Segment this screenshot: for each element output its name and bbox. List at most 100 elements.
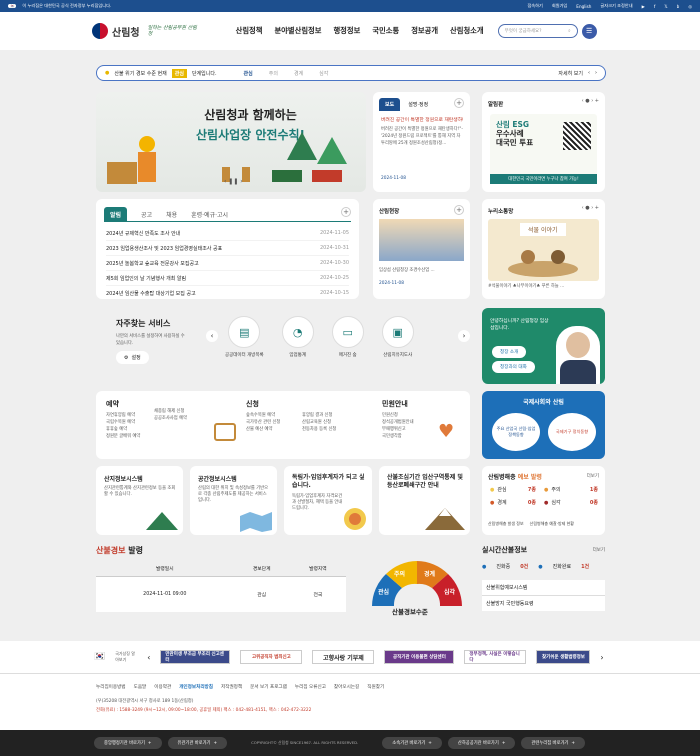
- nav-comm[interactable]: 국민소통: [372, 26, 399, 36]
- civil-item[interactable]: 부패행위신고: [382, 426, 414, 433]
- field-caption[interactable]: 임상섭 산림청장 조경수산업 ...: [379, 267, 464, 274]
- system-card-2[interactable]: 공간정보시스템 산림의 대한 위치 및 속성정보를 기반으로 각종 산림주제도를…: [190, 466, 277, 535]
- link-fontsize[interactable]: 글자크기 조정안내: [600, 3, 632, 9]
- pest-link-1[interactable]: 산림병해충 발생 정보: [488, 521, 524, 527]
- chief-talk-button[interactable]: 청장과의 대화: [492, 361, 535, 373]
- footer-btn-public[interactable]: 산하공공기관 바로가기 +: [447, 737, 516, 749]
- list-item[interactable]: 제5회 임업인의 날 기념행사 개최 알림 2024-10-25: [106, 271, 349, 286]
- nav-admin[interactable]: 행정정보: [333, 26, 360, 36]
- hero-pager[interactable]: ‹ ❚❚ ›: [224, 178, 243, 185]
- intl-policy-button[interactable]: 주요 산업국 산림·임업 정책동향: [492, 413, 540, 451]
- civil-item[interactable]: 국민생각함: [382, 433, 414, 440]
- footer-link[interactable]: 직원찾기: [367, 684, 384, 690]
- system-card-1[interactable]: 산지정보시스템 산지관련통계와 산지관련정보 등을 조회 할 수 있습니다.: [96, 466, 183, 535]
- civil-item[interactable]: 민원신청: [382, 412, 414, 419]
- tab-recruit[interactable]: 채용: [166, 210, 177, 219]
- tab-announce[interactable]: 공고: [141, 210, 152, 219]
- search-icon[interactable]: ⌕: [568, 28, 571, 34]
- reserve-item[interactable]: 국립수목원 예약: [106, 419, 140, 426]
- all-menu-icon[interactable]: ☰: [581, 23, 597, 39]
- footer-btn-affiliate[interactable]: 소속기관 바로가기 +: [382, 737, 442, 749]
- banner-symbol-title[interactable]: 국가상징 알아보기: [115, 651, 137, 663]
- apply-item[interactable]: 산림교육원 신청: [302, 419, 352, 426]
- facebook-icon[interactable]: f: [654, 4, 655, 9]
- logo[interactable]: 산림청: [92, 23, 140, 39]
- twitter-icon[interactable]: 𝕏: [664, 4, 667, 9]
- nav-info[interactable]: 분야별산림정보: [274, 26, 321, 36]
- footer-link[interactable]: 누리집 오류신고: [295, 684, 326, 690]
- apply-item[interactable]: 산불 예산 예약: [246, 426, 296, 433]
- footer-link[interactable]: 문서 보기 프로그램: [250, 684, 287, 690]
- youtube-icon[interactable]: ▶: [642, 4, 645, 9]
- list-item[interactable]: 2023 임업용생산조사 및 2023 임업경영실태조사 공표 2024-10-3…: [106, 241, 349, 256]
- services-next-icon[interactable]: ›: [458, 330, 470, 342]
- banner-5[interactable]: 정부정책, 사실은 이렇습니다: [464, 650, 527, 664]
- arrow-right-icon[interactable]: ›: [595, 70, 597, 76]
- sns-caption[interactable]: #석물이야기 ♣나무이야기♣ 푸른 하늘 ...: [488, 283, 599, 290]
- link-join[interactable]: 회원가입: [552, 3, 567, 9]
- service-open-data[interactable]: ▤ 공공데이터 개방목록: [225, 316, 264, 358]
- banner-1[interactable]: 만관미생 부조금 부조리 신고센터: [160, 650, 231, 664]
- reserve-item[interactable]: 자연휴양림 예약: [106, 412, 140, 419]
- service-healing[interactable]: ▣ 산림치유지도사: [381, 316, 414, 358]
- apply-item[interactable]: 채종림 해제 신청: [154, 408, 187, 415]
- alert-more-link[interactable]: 자세히 보기: [558, 70, 583, 77]
- apply-item[interactable]: 천동차용 등록 신청: [302, 426, 352, 433]
- footer-link[interactable]: 이용약관: [154, 684, 171, 690]
- banner-2[interactable]: 고위공직자 범죄신고: [240, 650, 303, 664]
- banner-prev-icon[interactable]: ‹: [147, 653, 150, 662]
- link-english[interactable]: English: [576, 4, 591, 9]
- link-login[interactable]: 접속하기: [527, 3, 542, 9]
- footer-btn-sites[interactable]: 관련누리집 바로가기 +: [521, 737, 585, 749]
- blog-icon[interactable]: b: [677, 4, 680, 9]
- footer-btn-central[interactable]: 중앙행정기관 바로가기 +: [94, 737, 162, 749]
- footer-link[interactable]: 누리집이용방법: [96, 684, 126, 690]
- press-title[interactable]: 버려진 공간이 특별한 정원으로 재탄생하다!: [381, 116, 463, 123]
- instagram-icon[interactable]: ◎: [688, 4, 692, 9]
- reserve-item[interactable]: 정원분 글배워 예약: [106, 433, 140, 440]
- nav-open[interactable]: 정보공개: [411, 26, 438, 36]
- firestat-link-1[interactable]: 산불위험예보시스템: [482, 580, 605, 596]
- service-stats[interactable]: ◔ 임업통계: [281, 316, 314, 358]
- footer-btn-related[interactable]: 유관기관 바로가기 +: [167, 737, 228, 749]
- banner-3[interactable]: 고향사랑 기부제: [312, 650, 375, 664]
- intl-org-button[interactable]: 국제기구 정치동향: [548, 413, 596, 451]
- firestat-link-2[interactable]: 산불방지 국민행동요령: [482, 596, 605, 611]
- pest-link-2[interactable]: 산림병해충 예찰·방제 현황: [530, 521, 574, 527]
- tab-correction[interactable]: 설명·정정: [408, 101, 428, 108]
- list-item[interactable]: 2025년 놀봄학교 숲교육 전문강사 모집공고 2024-10-30: [106, 256, 349, 271]
- field-more-icon[interactable]: +: [454, 205, 464, 215]
- firestat-more-link[interactable]: 더보기: [593, 547, 605, 553]
- sns-pager[interactable]: ‹ ● › +: [582, 205, 599, 211]
- services-prev-icon[interactable]: ‹: [206, 330, 218, 342]
- banner-next-icon[interactable]: ›: [600, 653, 603, 662]
- search-input[interactable]: 무엇이 궁금하세요? ⌕: [497, 24, 578, 38]
- system-card-3[interactable]: 독림가·임업후계자가 되고 싶습니다. 독림가·임업후계자 자격요건과 선발절차…: [284, 466, 372, 535]
- sns-image[interactable]: 석물 이야기: [488, 219, 599, 281]
- bulletin-pager[interactable]: ‹ ● › +: [582, 98, 599, 104]
- esg-poster[interactable]: 산림 ESG 우수사례 대국민 투표 대한민국 국민이라면 누구나 참여 가능!: [490, 114, 597, 184]
- hero-banner[interactable]: 산림청과 함께하는 산림사업장 안전수칙! ‹ ❚❚ ›: [96, 92, 366, 192]
- banner-6[interactable]: 찾기쉬운 생활법령정보: [536, 650, 591, 664]
- tab-notice[interactable]: 알림: [104, 207, 128, 222]
- press-more-icon[interactable]: +: [454, 98, 464, 108]
- services-setting-button[interactable]: ⚙ 설정: [116, 351, 149, 364]
- tab-rules[interactable]: 훈령·예규·고시: [191, 210, 228, 219]
- banner-4[interactable]: 공직기관 이용불편 상담센터: [384, 650, 455, 664]
- system-card-4[interactable]: 산불조심기간 입산구역통제 및 등산로폐쇄구간 안내: [379, 466, 470, 535]
- apply-item[interactable]: 휴양림 결과 신청: [302, 412, 352, 419]
- footer-link[interactable]: 저작권정책: [221, 684, 242, 690]
- reserve-item[interactable]: 휴휴숲 예약: [106, 426, 140, 433]
- tab-press[interactable]: 보도: [379, 98, 401, 111]
- apply-item[interactable]: 숲속수목원 예약: [246, 412, 296, 419]
- apply-item[interactable]: 공공조사사업 예약: [154, 415, 187, 422]
- footer-link-privacy[interactable]: 개인정보처리방침: [179, 684, 213, 690]
- list-item[interactable]: 2024년 임산물 수출탑 대상기업 모집 공고 2024-10-15: [106, 286, 349, 299]
- footer-link[interactable]: 찾아오시는길: [334, 684, 359, 690]
- footer-link[interactable]: 도움말: [134, 684, 147, 690]
- pest-more-link[interactable]: 더보기: [587, 473, 599, 479]
- arrow-left-icon[interactable]: ‹: [588, 70, 590, 76]
- notice-more-icon[interactable]: +: [341, 207, 351, 217]
- service-magazine[interactable]: ▭ 매거진 숲: [331, 316, 364, 358]
- field-photo[interactable]: [379, 219, 464, 261]
